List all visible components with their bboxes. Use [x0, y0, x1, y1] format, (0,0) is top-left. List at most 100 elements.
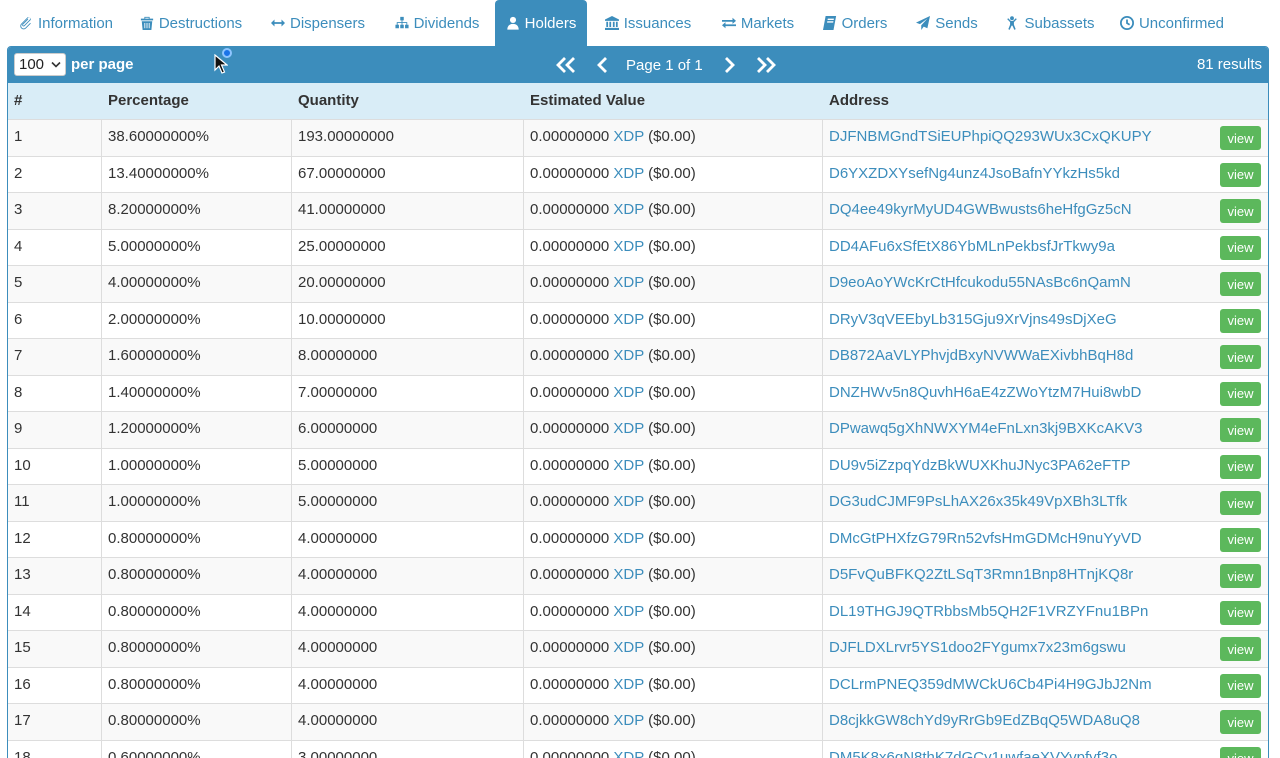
estimated-value-cell: 0.00000000 XDP ($0.00)	[530, 274, 696, 291]
column-divider	[101, 302, 102, 338]
view-button[interactable]: view	[1220, 637, 1261, 661]
asset-link-xdp[interactable]: XDP	[613, 639, 644, 656]
view-button[interactable]: view	[1220, 199, 1261, 223]
address-link[interactable]: DL19THGJ9QTRbbsMb5QH2F1VRZYFnu1BPn	[829, 603, 1148, 620]
asset-link-xdp[interactable]: XDP	[613, 347, 644, 364]
column-divider	[291, 193, 292, 229]
asset-link-xdp[interactable]: XDP	[613, 493, 644, 510]
asset-link-xdp[interactable]: XDP	[613, 420, 644, 437]
column-divider	[822, 448, 823, 484]
tab-information[interactable]: Information	[12, 0, 120, 46]
column-divider	[291, 448, 292, 484]
estimated-value-cell: 0.00000000 XDP ($0.00)	[530, 311, 696, 328]
view-button[interactable]: view	[1220, 162, 1261, 187]
column-divider	[101, 704, 102, 740]
estimated-value-cell: 0.00000000 XDP ($0.00)	[530, 566, 696, 583]
asset-link-xdp[interactable]: XDP	[613, 676, 644, 693]
estimated-value-amount: 0.00000000	[530, 164, 610, 182]
asset-link-xdp[interactable]: XDP	[613, 457, 644, 474]
address-link[interactable]: DD4AFu6xSfEtX86YbMLnPekbsfJrTkwy9a	[829, 238, 1115, 255]
per-page-select[interactable]: 100	[14, 53, 66, 76]
address-link[interactable]: DCLrmPNEQ359dMWCkU6Cb4Pi4H9GJbJ2Nm	[829, 676, 1152, 693]
view-button[interactable]: view	[1220, 418, 1261, 442]
view-button[interactable]: view	[1220, 710, 1261, 734]
tab-issuances[interactable]: Issuances	[596, 0, 700, 46]
view-button[interactable]: view	[1220, 746, 1261, 758]
percentage-cell: 13.40000000%	[108, 164, 209, 182]
asset-link-xdp[interactable]: XDP	[613, 128, 644, 145]
last-page-button[interactable]	[753, 53, 779, 77]
asset-link-xdp[interactable]: XDP	[613, 566, 644, 583]
estimated-value-cell: 0.00000000 XDP ($0.00)	[530, 347, 696, 364]
address-link[interactable]: DM5K8x6qN8thK7dGCy1uwfaeXVYvpfyf3o	[829, 749, 1118, 758]
asset-link-xdp[interactable]: XDP	[613, 238, 644, 255]
asset-link-xdp[interactable]: XDP	[613, 384, 644, 401]
estimated-value-cell: 0.00000000 XDP ($0.00)	[530, 676, 696, 693]
view-button[interactable]: view	[1220, 345, 1261, 369]
view-button[interactable]: view	[1220, 491, 1261, 515]
estimated-value-usd: ($0.00)	[648, 237, 696, 255]
arrows-horizontal-icon	[270, 16, 285, 30]
pagination-toolbar: 100 per page Page 1 of 1 81 results	[8, 47, 1268, 83]
tab-subassets[interactable]: Subassets	[998, 0, 1102, 46]
asset-link-xdp[interactable]: XDP	[613, 530, 644, 547]
column-divider	[822, 375, 823, 411]
tab-sends[interactable]: Sends	[906, 0, 988, 46]
address-link[interactable]: D5FvQuBFKQ2ZtLSqT3Rmn1Bnp8HTnjKQ8r	[829, 566, 1133, 583]
address-link[interactable]: DRyV3qVEEbyLb315Gju9XrVjns49sDjXeG	[829, 311, 1117, 328]
address-link[interactable]: D6YXZDXYsefNg4unz4JsoBafnYYkzHs5kd	[829, 165, 1120, 182]
address-link[interactable]: DG3udCJMF9PsLhAX26x35k49VpXBh3LTfk	[829, 493, 1127, 510]
table-row: 3 8.20000000% 41.00000000 0.00000000 XDP ($…	[8, 192, 1268, 229]
tab-destructions[interactable]: Destructions	[132, 0, 250, 46]
view-button[interactable]: view	[1220, 235, 1261, 260]
address-link[interactable]: D9eoAoYWcKrCtHfcukodu55NAsBc6nQamN	[829, 274, 1131, 291]
address-link[interactable]: DNZHWv5n8QuvhH6aE4zZWoYtzM7Hui8wbD	[829, 384, 1141, 401]
column-divider	[291, 156, 292, 192]
view-button[interactable]: view	[1220, 454, 1261, 479]
address-link[interactable]: DJFLDXLrvr5YS1doo2FYgumx7x23m6gswu	[829, 639, 1126, 656]
table-row: 13 0.80000000% 4.00000000 0.00000000 XDP ($…	[8, 557, 1268, 594]
tab-dividends[interactable]: Dividends	[386, 0, 488, 46]
address-link[interactable]: D8cjkkGW8chYd9yRrGb9EdZBqQ5WDA8uQ8	[829, 712, 1140, 729]
asset-link-xdp[interactable]: XDP	[613, 201, 644, 218]
column-divider	[101, 339, 102, 375]
address-link[interactable]: DU9v5iZzpqYdzBkWUXKhuJNyc3PA62eFTP	[829, 457, 1131, 474]
view-button[interactable]: view	[1220, 673, 1261, 698]
address-link[interactable]: DB872AaVLYPhvjdBxyNVWWaEXivbhBqH8d	[829, 347, 1133, 364]
previous-page-button[interactable]	[590, 53, 616, 77]
address-link[interactable]: DJFNBMGndTSiEUPhpiQQ293WUx3CxQKUPY	[829, 128, 1152, 145]
asset-link-xdp[interactable]: XDP	[613, 165, 644, 182]
tab-label: Orders	[841, 14, 888, 32]
view-button[interactable]: view	[1220, 381, 1261, 406]
tab-holders[interactable]: Holders	[495, 0, 587, 46]
view-button[interactable]: view	[1220, 126, 1261, 150]
view-button[interactable]: view	[1220, 272, 1261, 296]
column-divider	[523, 120, 524, 156]
column-header-address: Address	[829, 92, 890, 109]
first-page-button[interactable]	[553, 53, 579, 77]
view-button[interactable]: view	[1220, 600, 1261, 625]
percentage-cell: 0.80000000%	[108, 566, 201, 583]
percentage-cell: 0.80000000%	[108, 639, 201, 656]
tab-dispensers[interactable]: Dispensers	[262, 0, 374, 46]
asset-link-xdp[interactable]: XDP	[613, 749, 644, 758]
view-button[interactable]: view	[1220, 527, 1261, 552]
table-row: 7 1.60000000% 8.00000000 0.00000000 XDP ($0…	[8, 338, 1268, 375]
tab-markets[interactable]: Markets	[712, 0, 804, 46]
asset-link-xdp[interactable]: XDP	[613, 603, 644, 620]
asset-link-xdp[interactable]: XDP	[613, 311, 644, 328]
view-button[interactable]: view	[1220, 564, 1261, 588]
view-button[interactable]: view	[1220, 308, 1261, 333]
asset-link-xdp[interactable]: XDP	[613, 712, 644, 729]
paper-plane-icon	[916, 16, 931, 30]
clock-icon	[1119, 16, 1134, 30]
tab-unconfirmed[interactable]: Unconfirmed	[1112, 0, 1232, 46]
tab-orders[interactable]: Orders	[814, 0, 896, 46]
address-link[interactable]: DPwawq5gXhNWXYM4eFnLxn3kj9BXKcAKV3	[829, 420, 1142, 437]
column-divider	[822, 594, 823, 630]
estimated-value-amount: 0.00000000	[530, 602, 610, 620]
address-link[interactable]: DMcGtPHXfzG79Rn52vfsHmGDMcH9nuYyVD	[829, 530, 1142, 547]
asset-link-xdp[interactable]: XDP	[613, 274, 644, 291]
address-link[interactable]: DQ4ee49kyrMyUD4GWBwusts6heHfgGz5cN	[829, 201, 1132, 218]
next-page-button[interactable]	[716, 53, 742, 77]
